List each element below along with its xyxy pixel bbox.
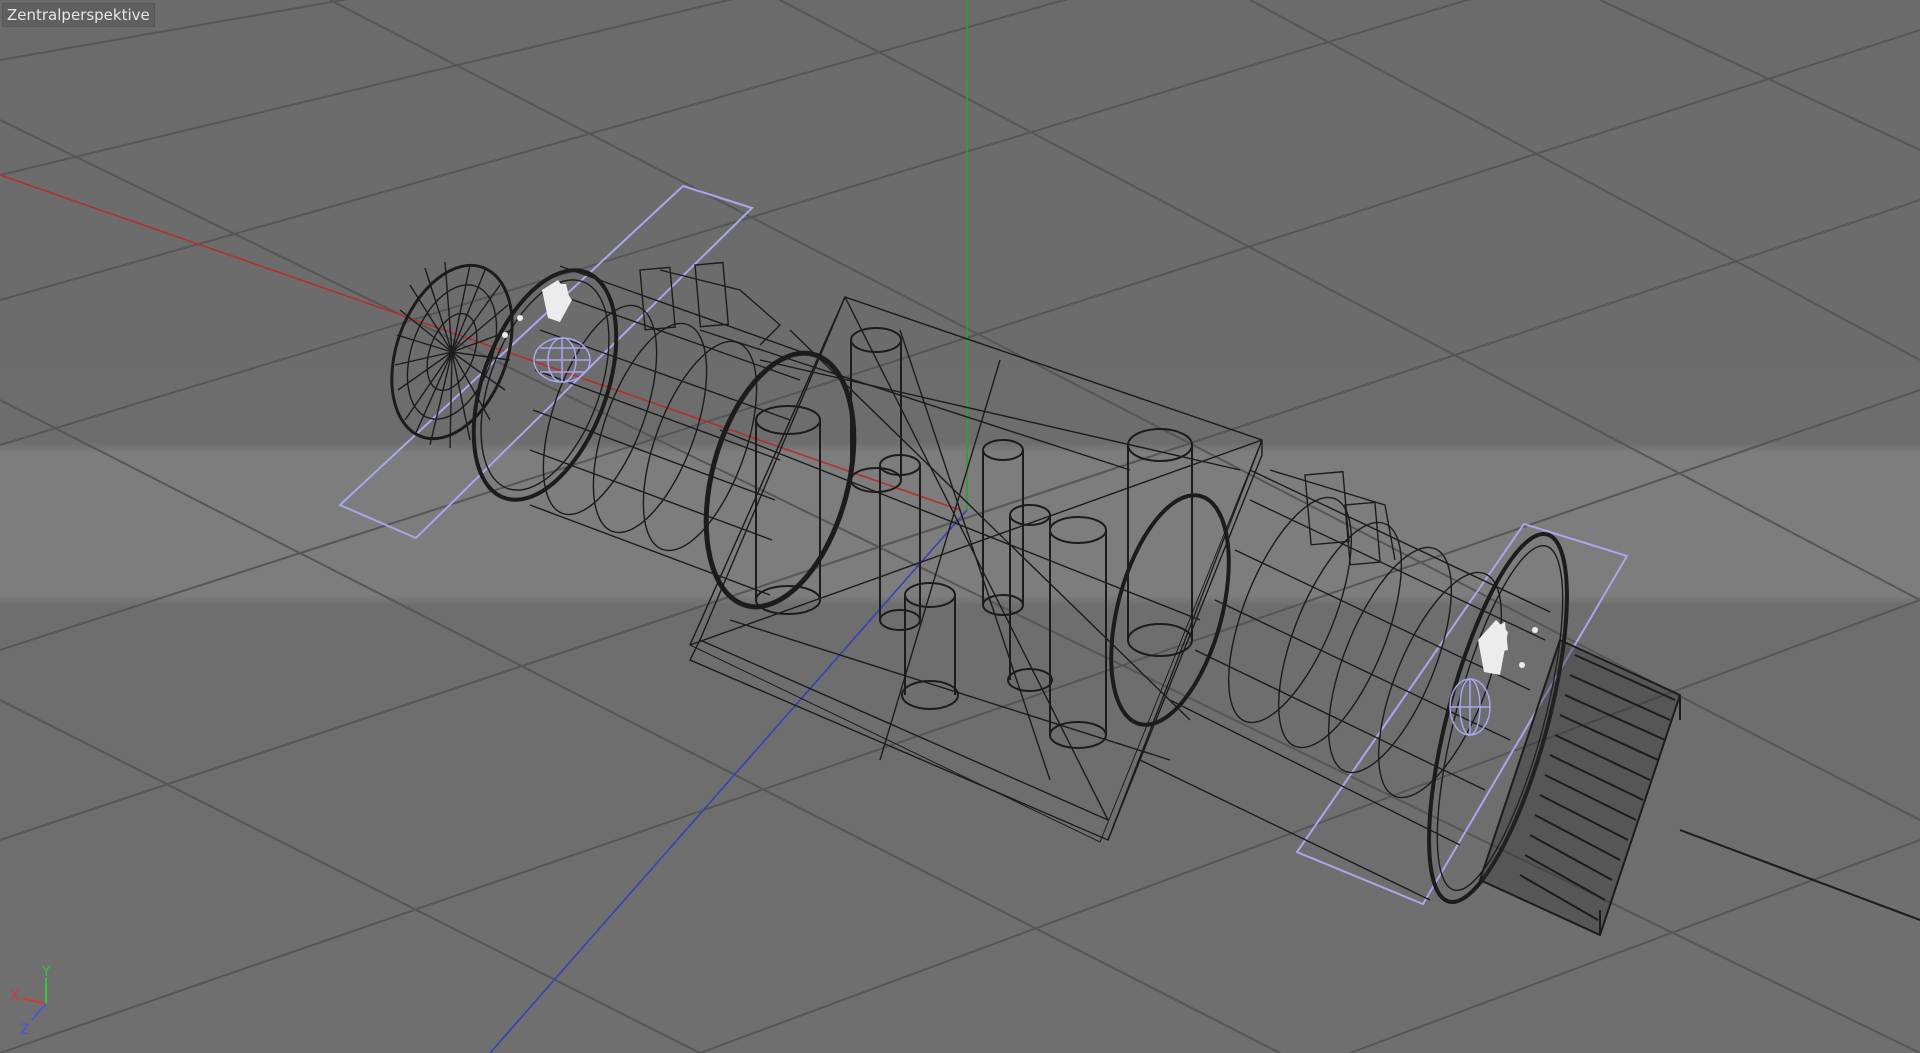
right-tube[interactable]: [1139, 469, 1551, 901]
axis-gizmo-icon: X Y Z: [10, 964, 51, 1038]
left-engine[interactable]: [370, 249, 535, 456]
gizmo-z-label: Z: [20, 1022, 30, 1038]
gizmo-x-label: X: [10, 988, 20, 1004]
selected-dome-left[interactable]: [533, 337, 591, 383]
selection-plane-left[interactable]: [338, 184, 754, 540]
perspective-viewport[interactable]: Zentralperspektive X Y Z: [0, 0, 1920, 1053]
wireframe-model[interactable]: [370, 249, 1920, 937]
gizmo-x-axis: [21, 997, 47, 1005]
viewport-label[interactable]: Zentralperspektive: [2, 3, 155, 27]
selected-dome-right[interactable]: [1449, 678, 1491, 736]
scene-canvas[interactable]: [0, 0, 1920, 1053]
gizmo-z-axis: [31, 1003, 47, 1021]
box-ring-right: [1109, 493, 1231, 727]
central-housing[interactable]: [689, 296, 1263, 843]
gizmo-y-label: Y: [41, 964, 51, 980]
x-axis-line: [0, 174, 961, 511]
piston-cylinders[interactable]: [755, 327, 1193, 749]
right-engine[interactable]: [1478, 638, 1920, 937]
